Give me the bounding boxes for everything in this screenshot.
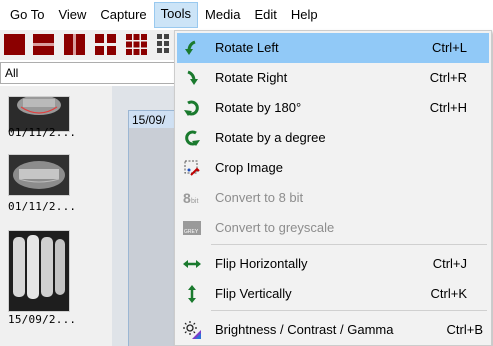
- menu-separator: [211, 244, 487, 245]
- menu-help[interactable]: Help: [284, 3, 325, 27]
- thumbnail-panel: 01/11/2... 01/11/2... 15/09/2...: [0, 86, 112, 346]
- viewer-tab[interactable]: 15/09/: [128, 110, 180, 128]
- layout-2-cols-icon[interactable]: [63, 33, 86, 56]
- rotate-left-icon: [183, 39, 201, 57]
- flip-vertical-icon: [183, 285, 201, 303]
- flip-horizontal-icon: [183, 255, 201, 273]
- svg-text:bit: bit: [191, 198, 198, 205]
- thumbnail-xray-2[interactable]: [8, 154, 70, 196]
- menu-item-flip-horizontal[interactable]: Flip Horizontally Ctrl+J: [177, 249, 489, 279]
- menu-item-rotate-left[interactable]: Rotate Left Ctrl+L: [177, 33, 489, 63]
- thumbnail-xray-3[interactable]: [8, 230, 70, 312]
- menu-item-label: Rotate by a degree: [215, 130, 326, 145]
- svg-text:GREY: GREY: [184, 229, 199, 235]
- menu-item-shortcut: Ctrl+B: [446, 322, 483, 337]
- filter-value: All: [5, 66, 19, 80]
- menu-item-convert-greyscale[interactable]: GREY Convert to greyscale: [177, 213, 489, 243]
- menu-item-label: Convert to 8 bit: [215, 190, 304, 205]
- menu-tools[interactable]: Tools: [153, 2, 199, 28]
- thumbnail-scrollbar[interactable]: [98, 86, 112, 346]
- svg-text:8: 8: [183, 190, 191, 206]
- menu-item-rotate-degree[interactable]: Rotate by a degree: [177, 123, 489, 153]
- layout-toolbar: [0, 30, 175, 60]
- menu-view[interactable]: View: [51, 3, 93, 27]
- menu-separator: [211, 310, 487, 311]
- layout-1x1-icon[interactable]: [3, 33, 26, 56]
- menu-item-brightness-contrast[interactable]: Brightness / Contrast / Gamma Ctrl+B: [177, 315, 489, 345]
- menu-bar: Go To View Capture Tools Media Edit Help: [0, 0, 493, 30]
- rotate-degree-icon: [183, 129, 201, 147]
- brightness-contrast-icon: [183, 321, 201, 339]
- menu-item-shortcut: Ctrl+R: [429, 70, 467, 85]
- menu-item-rotate-180[interactable]: Rotate by 180° Ctrl+H: [177, 93, 489, 123]
- rotate-180-icon: [183, 99, 201, 117]
- menu-item-label: Crop Image: [215, 160, 283, 175]
- thumbnail-caption: 01/11/2...: [8, 126, 77, 139]
- menu-item-crop-image[interactable]: Crop Image: [177, 153, 489, 183]
- menu-item-flip-vertical[interactable]: Flip Vertically Ctrl+K: [177, 279, 489, 309]
- menu-capture[interactable]: Capture: [93, 3, 153, 27]
- filter-select[interactable]: All: [0, 62, 175, 84]
- menu-item-shortcut: Ctrl+H: [429, 100, 467, 115]
- crop-icon: [183, 159, 201, 177]
- thumbnail-caption: 01/11/2...: [8, 200, 77, 213]
- menu-item-shortcut: Ctrl+K: [430, 286, 467, 301]
- menu-item-label: Convert to greyscale: [215, 220, 335, 235]
- menu-item-label: Rotate Left: [215, 40, 279, 55]
- menu-media[interactable]: Media: [198, 3, 247, 27]
- layout-more-icon[interactable]: [156, 33, 174, 56]
- layout-2-rows-icon[interactable]: [32, 33, 55, 56]
- menu-item-label: Rotate by 180°: [215, 100, 302, 115]
- layout-3x3-icon[interactable]: [125, 33, 148, 56]
- menu-item-rotate-right[interactable]: Rotate Right Ctrl+R: [177, 63, 489, 93]
- menu-item-shortcut: Ctrl+L: [431, 40, 467, 55]
- menu-item-label: Brightness / Contrast / Gamma: [215, 322, 394, 337]
- layout-2x2-icon[interactable]: [94, 33, 117, 56]
- menu-goto[interactable]: Go To: [3, 3, 51, 27]
- menu-edit[interactable]: Edit: [247, 3, 283, 27]
- thumbnail-caption: 15/09/2...: [8, 313, 77, 326]
- tools-menu: Rotate Left Ctrl+L Rotate Right Ctrl+R R…: [174, 30, 492, 346]
- menu-item-shortcut: Ctrl+J: [432, 256, 467, 271]
- menu-item-label: Rotate Right: [215, 70, 288, 85]
- greyscale-icon: GREY: [183, 219, 201, 237]
- menu-item-label: Flip Horizontally: [215, 256, 308, 271]
- 8bit-icon: 8 bit: [183, 189, 201, 207]
- menu-item-label: Flip Vertically: [215, 286, 292, 301]
- rotate-right-icon: [183, 69, 201, 87]
- menu-item-convert-8bit[interactable]: 8 bit Convert to 8 bit: [177, 183, 489, 213]
